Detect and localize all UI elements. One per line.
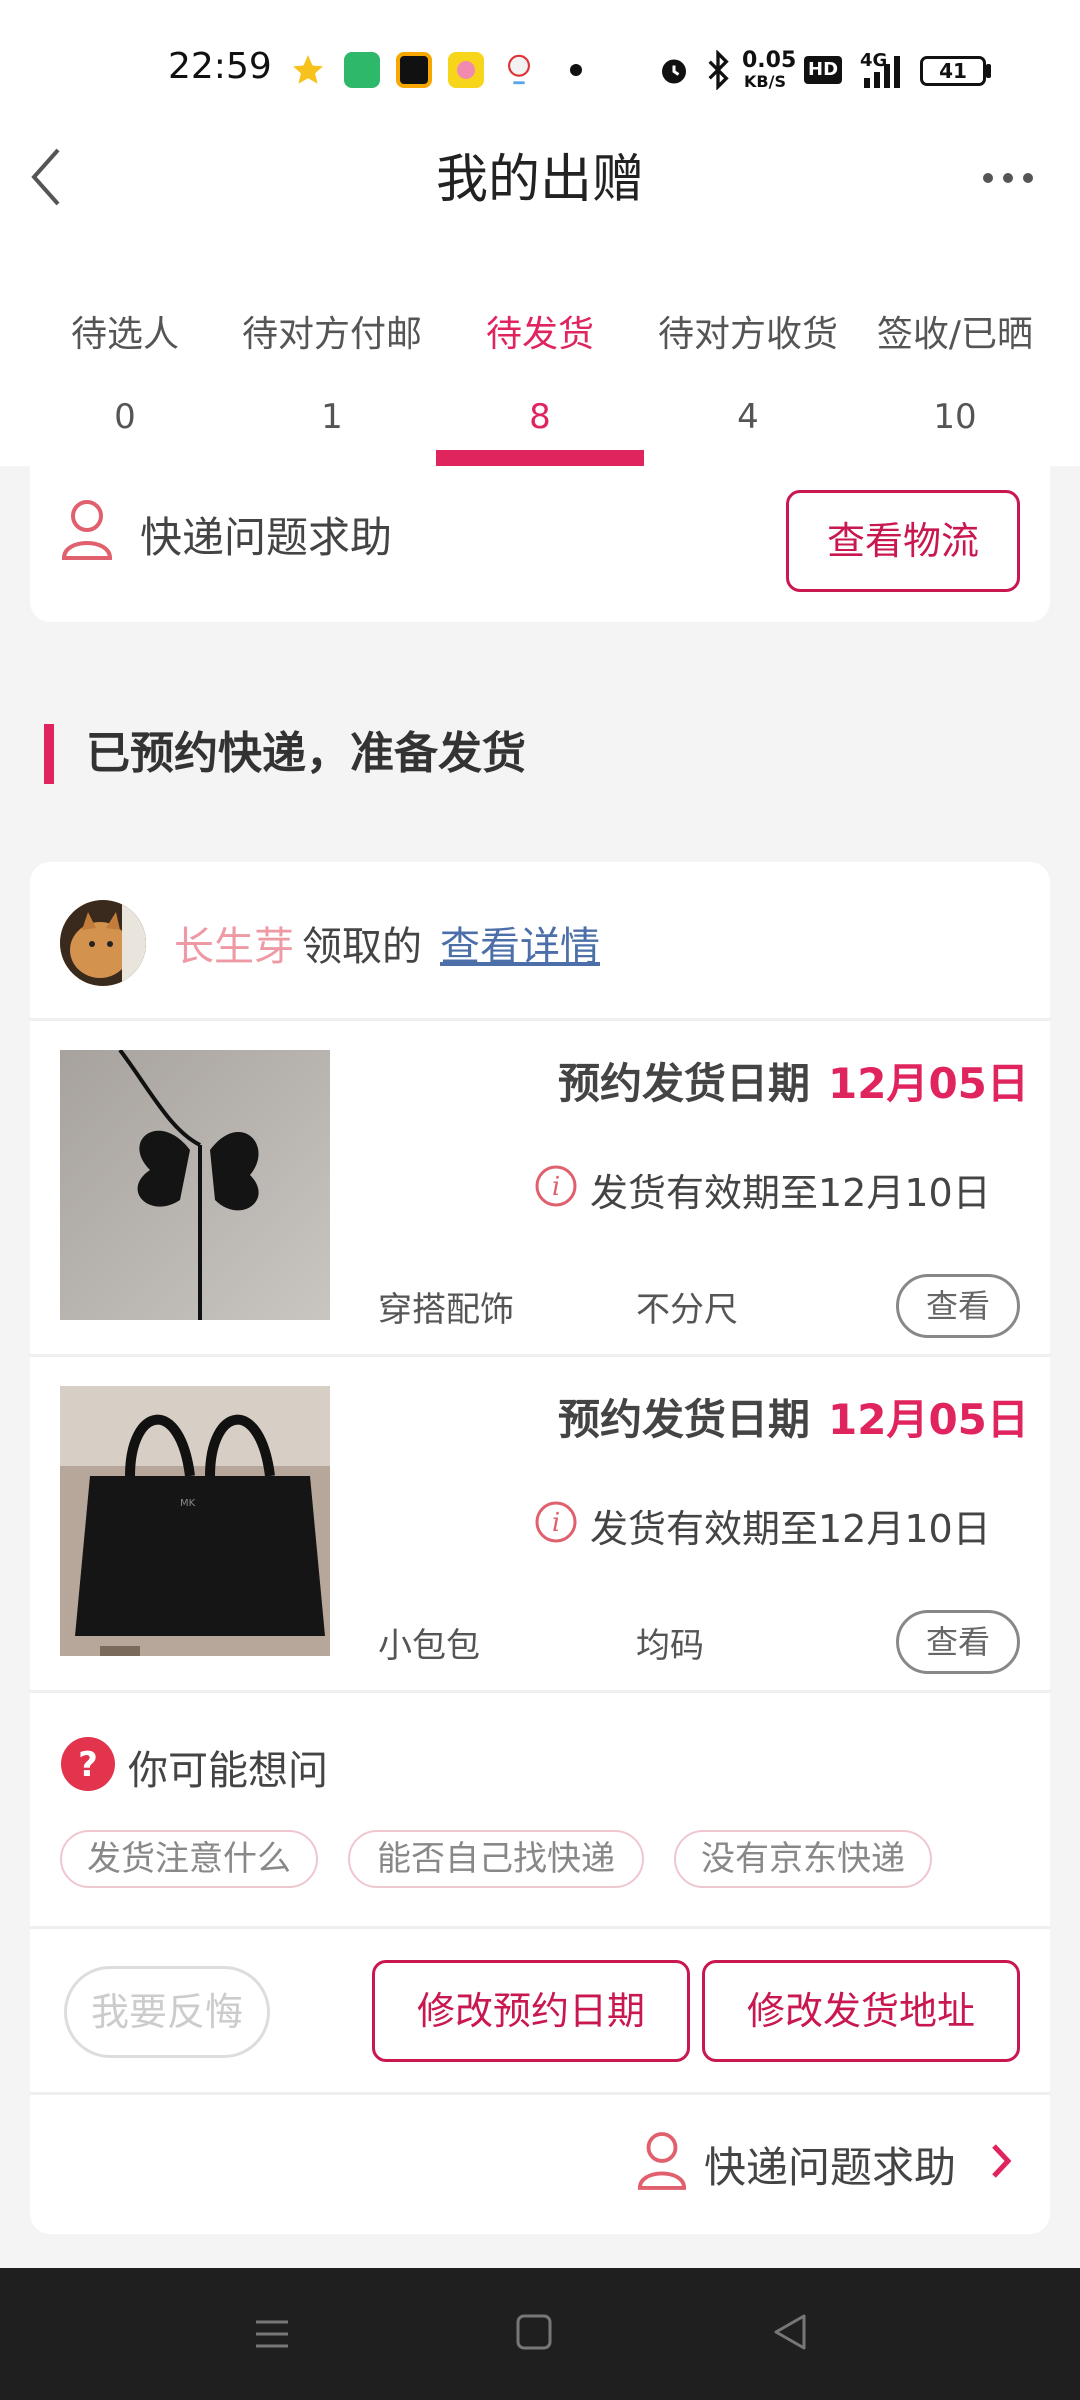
tab-pending-receipt[interactable]: 待对方收货 4	[648, 310, 848, 442]
hd-badge: HD	[804, 56, 843, 84]
star-app-icon	[290, 52, 326, 88]
help-label[interactable]: 快递问题求助	[140, 504, 392, 565]
home-icon[interactable]	[514, 2312, 554, 2352]
validity-text: 发货有效期至12月10日	[590, 1171, 991, 1215]
change-date-button[interactable]: 修改预约日期	[372, 1960, 690, 2062]
status-time: 22:59	[168, 46, 272, 87]
receiver-avatar[interactable]	[60, 900, 146, 986]
question-icon: ?	[60, 1736, 116, 1792]
chevron-right-icon	[990, 2142, 1014, 2180]
tab-count: 4	[737, 397, 759, 437]
schedule-label: 预约发货日期	[558, 1395, 811, 1444]
page-title: 我的出赠	[435, 150, 644, 210]
tab-received[interactable]: 签收/已晒 10	[855, 310, 1055, 442]
faq-chip[interactable]: 发货注意什么	[60, 1830, 318, 1888]
receiver-suffix: 领取的	[302, 924, 422, 970]
shipping-help-row[interactable]: 快递问题求助	[630, 2124, 1050, 2204]
tab-count: 1	[321, 397, 343, 437]
change-address-button[interactable]: 修改发货地址	[702, 1960, 1020, 2062]
item-size: 均码	[636, 1626, 704, 1666]
divider	[30, 1018, 1050, 1021]
schedule-label: 预约发货日期	[558, 1059, 811, 1108]
back-icon[interactable]	[770, 2312, 810, 2352]
schedule-date: 12月05日	[828, 1395, 1029, 1444]
map-app-icon	[502, 52, 536, 88]
schedule-date: 12月05日	[828, 1059, 1029, 1108]
flower-app-icon	[448, 52, 484, 88]
validity-text: 发货有效期至12月10日	[590, 1507, 991, 1551]
view-details-link[interactable]: 查看详情	[440, 914, 600, 972]
alarm-icon	[656, 52, 692, 88]
tab-label: 待发货	[485, 314, 594, 355]
person-icon	[636, 2130, 688, 2190]
tab-label: 签收/已晒	[876, 314, 1034, 355]
status-bar: 22:59 0.05 KB/S HD 4G 41	[0, 0, 1080, 140]
net-speed-unit: KB/S	[744, 72, 786, 91]
faq-chip[interactable]: 能否自己找快递	[348, 1830, 644, 1888]
tab-count: 8	[529, 397, 551, 437]
faq-chip[interactable]: 没有京东快递	[674, 1830, 932, 1888]
divider	[30, 2092, 1050, 2095]
svg-text:?: ?	[78, 1745, 98, 1785]
divider	[30, 1926, 1050, 1929]
help-label: 快递问题求助	[704, 2143, 957, 2192]
system-nav-bar	[0, 2268, 1080, 2400]
battery-tip	[986, 64, 991, 78]
top-nav-bar: 我的出赠	[0, 140, 1080, 280]
regret-button[interactable]: 我要反悔	[64, 1966, 270, 2058]
battery-icon: 41	[920, 56, 986, 86]
order-card: 长生芽 领取的 查看详情 预约发货日期 12月05日 i 发货有效期至12月10…	[30, 862, 1050, 2234]
tab-label: 待对方收货	[657, 314, 838, 355]
svg-text:MK: MK	[180, 1498, 196, 1509]
tab-pending-shipment[interactable]: 待发货 8	[440, 310, 640, 442]
tab-count: 10	[933, 397, 977, 437]
battery-level: 41	[939, 59, 967, 83]
more-notifications-dot	[570, 64, 582, 76]
svg-text:i: i	[552, 1508, 560, 1538]
item-category: 穿搭配饰	[378, 1290, 514, 1330]
item-size: 不分尺	[636, 1290, 738, 1330]
info-icon: i	[534, 1164, 578, 1208]
tab-count: 0	[114, 397, 136, 437]
tab-pending-postage[interactable]: 待对方付邮 1	[232, 310, 432, 442]
signal-icon	[862, 52, 906, 88]
chat-app-icon	[344, 52, 380, 88]
divider	[30, 1354, 1050, 1357]
section-title: 已预约快递，准备发货	[86, 728, 526, 779]
menu-icon[interactable]	[252, 2314, 292, 2354]
bluetooth-icon	[704, 49, 732, 91]
divider	[30, 1690, 1050, 1693]
active-tab-indicator	[436, 450, 644, 466]
view-logistics-button[interactable]: 查看物流	[786, 490, 1020, 592]
item-category: 小包包	[378, 1626, 480, 1666]
tab-pending-selection[interactable]: 待选人 0	[25, 310, 225, 442]
tab-label: 待选人	[70, 314, 179, 355]
view-item-button[interactable]: 查看	[896, 1610, 1020, 1674]
view-item-button[interactable]: 查看	[896, 1274, 1020, 1338]
info-icon: i	[534, 1500, 578, 1544]
item-photo-butterfly-accessory[interactable]	[60, 1050, 330, 1320]
item-photo-black-handbag[interactable]: MK	[60, 1386, 330, 1656]
net-speed-value: 0.05	[742, 48, 797, 73]
black-app-icon	[396, 52, 432, 88]
more-options-icon[interactable]	[980, 170, 1036, 186]
person-icon	[60, 498, 114, 560]
status-tabs: 待选人 0 待对方付邮 1 待发货 8 待对方收货 4 签收/已晒 10	[0, 280, 1080, 466]
section-marker	[44, 724, 54, 784]
previous-order-card: 快递问题求助 查看物流	[30, 466, 1050, 622]
receiver-name[interactable]: 长生芽	[174, 914, 294, 972]
tab-label: 待对方付邮	[241, 314, 422, 355]
svg-text:i: i	[552, 1172, 560, 1202]
faq-title: 你可能想问	[128, 1748, 328, 1794]
